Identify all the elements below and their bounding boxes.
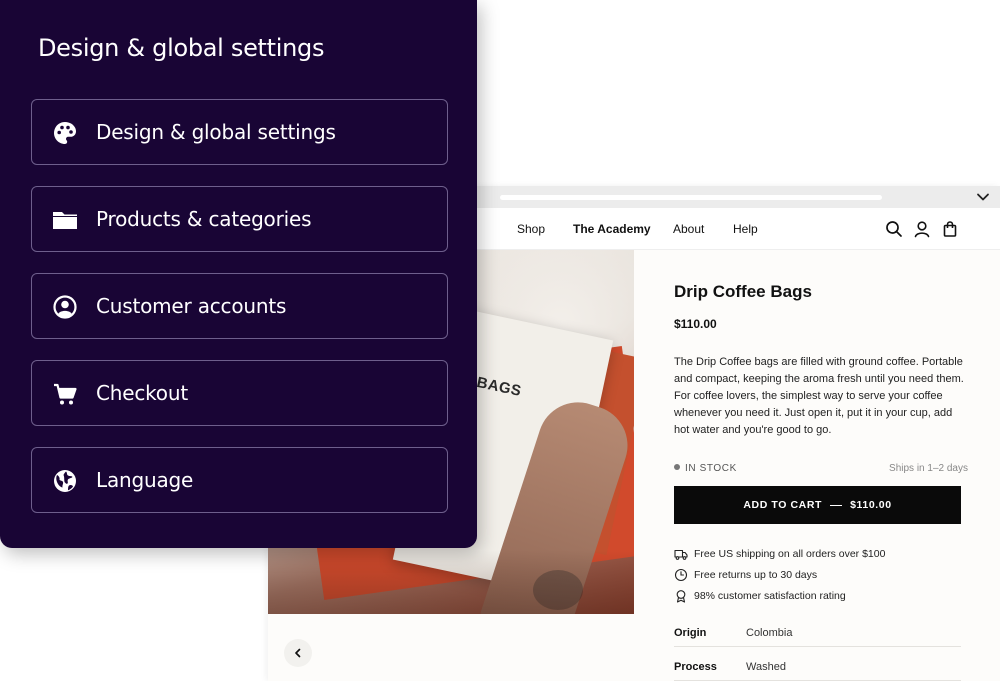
perk-returns-text: Free returns up to 30 days: [694, 569, 818, 581]
spec-key-origin: Origin: [674, 627, 707, 639]
stock-text: IN STOCK: [685, 463, 737, 474]
address-bar[interactable]: [500, 195, 882, 200]
spec-key-process: Process: [674, 661, 717, 673]
user-icon[interactable]: [913, 220, 931, 238]
globe-icon: [54, 470, 76, 492]
clock-icon: [674, 568, 688, 582]
panel-title: Design & global settings: [38, 34, 325, 62]
shipping-time: Ships in 1–2 days: [889, 463, 968, 474]
product-title: Drip Coffee Bags: [674, 282, 812, 301]
spec-row-origin: Origin Colombia: [674, 617, 961, 647]
menu-item-checkout-label: Checkout: [96, 381, 188, 405]
nav-link-about[interactable]: About: [673, 222, 704, 236]
menu-item-accounts-label: Customer accounts: [96, 294, 287, 318]
stock-dot-icon: [674, 464, 680, 470]
nav-link-academy[interactable]: The Academy: [573, 222, 651, 236]
palette-icon: [54, 122, 76, 144]
menu-item-language-label: Language: [96, 468, 194, 492]
stock-status: IN STOCK: [674, 463, 737, 474]
add-to-cart-label: ADD TO CART: [743, 499, 823, 511]
spec-row-process: Process Washed: [674, 651, 961, 681]
chevron-left-icon: [295, 648, 301, 658]
perk-satisfaction: 98% customer satisfaction rating: [674, 589, 846, 603]
search-icon[interactable]: [885, 220, 903, 238]
cart-separator: [830, 504, 843, 506]
menu-item-design[interactable]: Design & global settings: [31, 99, 448, 165]
spec-value-process: Washed: [746, 661, 786, 673]
chevron-down-icon[interactable]: [976, 190, 990, 204]
photo-shadow: [268, 550, 634, 614]
perk-shipping-text: Free US shipping on all orders over $100: [694, 548, 886, 560]
truck-icon: [674, 549, 688, 560]
add-to-cart-button[interactable]: ADD TO CART $110.00: [674, 486, 961, 524]
award-icon: [676, 590, 686, 603]
account-circle-icon: [53, 295, 77, 319]
menu-item-language[interactable]: Language: [31, 447, 448, 513]
spec-value-origin: Colombia: [746, 627, 793, 639]
menu-item-design-label: Design & global settings: [96, 120, 336, 144]
perk-shipping: Free US shipping on all orders over $100: [674, 547, 885, 561]
carousel-prev-button[interactable]: [284, 639, 312, 667]
product-description: The Drip Coffee bags are filled with gro…: [674, 356, 964, 436]
nav-link-shop[interactable]: Shop: [517, 222, 545, 236]
folder-icon: [53, 212, 77, 229]
nav-link-help[interactable]: Help: [733, 222, 758, 236]
perk-returns: Free returns up to 30 days: [674, 568, 817, 582]
menu-item-products-label: Products & categories: [96, 207, 312, 231]
perk-satisfaction-text: 98% customer satisfaction rating: [694, 590, 846, 602]
menu-item-products[interactable]: Products & categories: [31, 186, 448, 252]
bag-icon[interactable]: [941, 220, 959, 238]
cart-icon: [54, 383, 77, 405]
menu-item-accounts[interactable]: Customer accounts: [31, 273, 448, 339]
product-price: $110.00: [674, 317, 717, 331]
settings-panel: Design & global settings Design & global…: [0, 0, 477, 548]
add-to-cart-price: $110.00: [850, 499, 892, 511]
menu-item-checkout[interactable]: Checkout: [31, 360, 448, 426]
